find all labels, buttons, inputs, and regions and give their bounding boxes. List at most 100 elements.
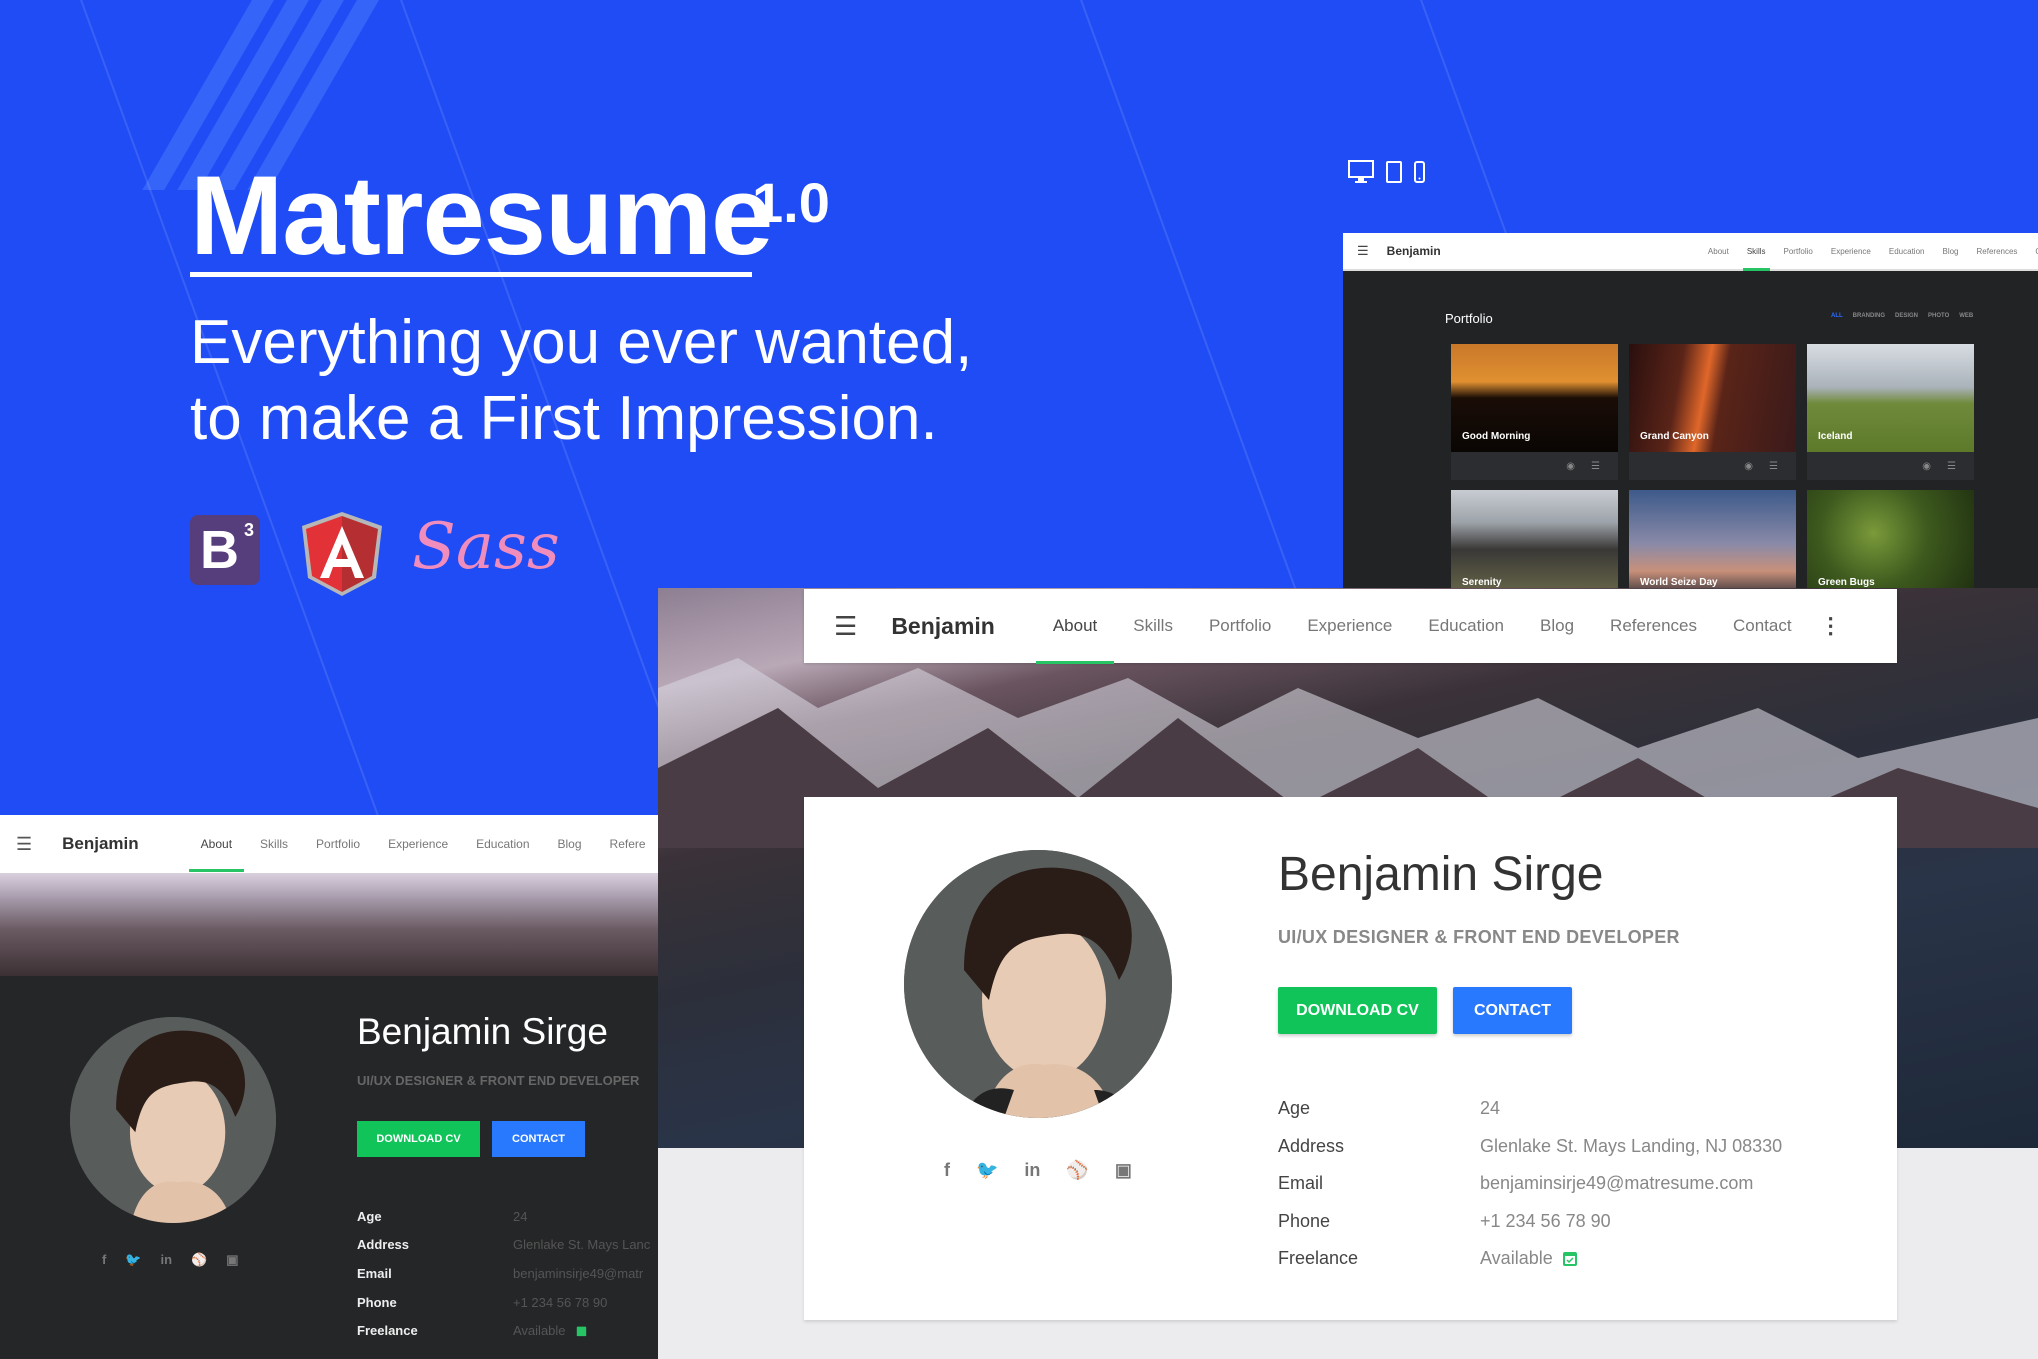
calendar-check-icon — [1562, 1252, 1577, 1267]
portfolio-item-actions: ◉ ☰ — [1629, 452, 1796, 480]
filter-photo[interactable]: PHOTO — [1928, 313, 1949, 319]
tablet-icon[interactable] — [1386, 161, 1402, 183]
facebook-icon[interactable]: f — [102, 1252, 106, 1268]
dribbble-icon[interactable]: ⚾ — [191, 1252, 207, 1268]
portfolio-item[interactable]: Serenity — [1451, 490, 1618, 590]
filter-design[interactable]: DESIGN — [1895, 313, 1918, 319]
profile-info: Age 24 Address Glenlake St. Mays Lanc Emai… — [357, 1202, 650, 1345]
freelance-status: Available — [1480, 1248, 1553, 1269]
filter-all[interactable]: ALL — [1831, 313, 1843, 319]
download-cv-button[interactable]: DOWNLOAD CV — [1278, 987, 1437, 1034]
nav-item-contact[interactable]: Contact — [1733, 616, 1792, 636]
sass-logo: Sass — [412, 510, 560, 584]
nav-item-about[interactable]: About — [188, 837, 245, 872]
details-icon[interactable]: ☰ — [1769, 461, 1778, 472]
linkedin-icon[interactable]: in — [1024, 1160, 1040, 1181]
nav-brand[interactable]: Benjamin — [1387, 244, 1441, 258]
nav-item-experience[interactable]: Experience — [388, 837, 448, 851]
nav-item-blog[interactable]: Blog — [558, 837, 582, 851]
portfolio-item-actions: ◉ ☰ — [1451, 452, 1618, 480]
nav-item-skills[interactable]: Skills — [1133, 616, 1173, 636]
nav-item-experience[interactable]: Experience — [1307, 616, 1392, 636]
nav-brand[interactable]: Benjamin — [891, 613, 995, 640]
info-value[interactable]: benjaminsirje49@matresume.com — [1480, 1173, 1753, 1194]
filter-web[interactable]: WEB — [1959, 313, 1973, 319]
nav-item-blog[interactable]: Blog — [1942, 247, 1958, 256]
nav-item-blog[interactable]: Blog — [1540, 616, 1574, 636]
nav-item-skills[interactable]: Skills — [260, 837, 288, 851]
nav-item-about[interactable]: About — [1035, 616, 1115, 664]
details-icon[interactable]: ☰ — [1591, 461, 1600, 472]
portfolio-image: Green Bugs — [1807, 490, 1974, 590]
navbar: ☰ Benjamin About Skills Portfolio Experi… — [1343, 233, 2038, 271]
tagline-line-2: to make a First Impression. — [190, 384, 938, 453]
eye-icon[interactable]: ◉ — [1744, 461, 1753, 472]
contact-button[interactable]: CONTACT — [492, 1121, 585, 1157]
portfolio-item[interactable]: Iceland ◉ ☰ — [1807, 344, 1974, 480]
nav-item-experience[interactable]: Experience — [1831, 247, 1871, 256]
info-value[interactable]: benjaminsirje49@matr — [513, 1266, 643, 1281]
more-vert-icon[interactable]: ⋮ — [1820, 613, 1842, 639]
eye-icon[interactable]: ◉ — [1566, 461, 1575, 472]
desktop-icon[interactable] — [1348, 160, 1374, 184]
nav-item-portfolio[interactable]: Portfolio — [1784, 247, 1813, 256]
portfolio-item[interactable]: Green Bugs — [1807, 490, 1974, 590]
linkedin-icon[interactable]: in — [161, 1252, 173, 1268]
portfolio-item-title: Grand Canyon — [1640, 431, 1709, 442]
nav-item-portfolio[interactable]: Portfolio — [316, 837, 360, 851]
info-value: +1 234 56 78 90 — [513, 1294, 608, 1310]
facebook-icon[interactable]: f — [944, 1160, 950, 1181]
twitter-icon[interactable]: 🐦 — [125, 1252, 141, 1268]
portfolio-filters: ALL BRANDING DESIGN PHOTO WEB — [1831, 313, 1973, 319]
info-value: Available — [1480, 1248, 1577, 1269]
info-row-email: Email benjaminsirje49@matr — [357, 1259, 650, 1288]
twitter-icon[interactable]: 🐦 — [976, 1160, 998, 1181]
portfolio-item[interactable]: World Seize Day — [1629, 490, 1796, 590]
portfolio-preview-window: ☰ Benjamin About Skills Portfolio Experi… — [1343, 233, 2038, 590]
nav-item-portfolio[interactable]: Portfolio — [1209, 616, 1271, 636]
nav-item-references[interactable]: Refere — [610, 837, 646, 851]
instagram-icon[interactable]: ▣ — [1115, 1160, 1132, 1181]
info-row-age: Age 24 — [357, 1202, 650, 1231]
portfolio-image: Iceland — [1807, 344, 1974, 452]
title-underline — [190, 272, 752, 277]
instagram-icon[interactable]: ▣ — [226, 1252, 238, 1268]
nav-item-references[interactable]: References — [1610, 616, 1697, 636]
nav-brand[interactable]: Benjamin — [62, 834, 139, 854]
menu-icon[interactable]: ☰ — [1357, 243, 1369, 259]
eye-icon[interactable]: ◉ — [1922, 461, 1931, 472]
phone-icon[interactable] — [1414, 161, 1425, 183]
portrait-image — [70, 1017, 276, 1223]
menu-icon[interactable]: ☰ — [834, 611, 857, 642]
info-row-address: Address Glenlake St. Mays Lanc — [357, 1231, 650, 1260]
profile-card: f 🐦 in ⚾ ▣ Benjamin Sirge UI/UX DESIGNER… — [804, 797, 1897, 1320]
tagline: Everything you ever wanted, to make a Fi… — [190, 305, 972, 457]
nav-item-skills[interactable]: Skills — [1742, 247, 1770, 271]
details-icon[interactable]: ☰ — [1947, 461, 1956, 472]
nav-item-education[interactable]: Education — [1889, 247, 1925, 256]
nav-item-about[interactable]: About — [1708, 247, 1729, 256]
menu-icon[interactable]: ☰ — [16, 834, 32, 855]
info-label: Freelance — [357, 1323, 418, 1339]
nav-item-education[interactable]: Education — [476, 837, 529, 851]
social-links: f 🐦 in ⚾ ▣ — [102, 1252, 239, 1268]
nav-item-references[interactable]: References — [1977, 247, 2018, 256]
info-value: Available — [513, 1323, 587, 1338]
portfolio-image: Grand Canyon — [1629, 344, 1796, 452]
profile-name: Benjamin Sirge — [1278, 848, 1604, 901]
profile-name: Benjamin Sirge — [357, 1011, 608, 1052]
info-row-address: Address Glenlake St. Mays Landing, NJ 083… — [1278, 1128, 1782, 1166]
info-value: Glenlake St. Mays Lanc — [513, 1237, 651, 1253]
nav-item-education[interactable]: Education — [1428, 616, 1504, 636]
portfolio-item[interactable]: Grand Canyon ◉ ☰ — [1629, 344, 1796, 480]
device-switcher — [1348, 160, 1425, 184]
info-label: Email — [1278, 1173, 1324, 1194]
hero-background — [0, 873, 658, 976]
portfolio-item[interactable]: Good Morning ◉ ☰ — [1451, 344, 1618, 480]
filter-branding[interactable]: BRANDING — [1853, 313, 1885, 319]
portfolio-image: Good Morning — [1451, 344, 1618, 452]
contact-button[interactable]: CONTACT — [1453, 987, 1572, 1034]
dribbble-icon[interactable]: ⚾ — [1066, 1160, 1088, 1181]
info-row-phone: Phone +1 234 56 78 90 — [357, 1288, 650, 1317]
download-cv-button[interactable]: DOWNLOAD CV — [357, 1121, 480, 1157]
